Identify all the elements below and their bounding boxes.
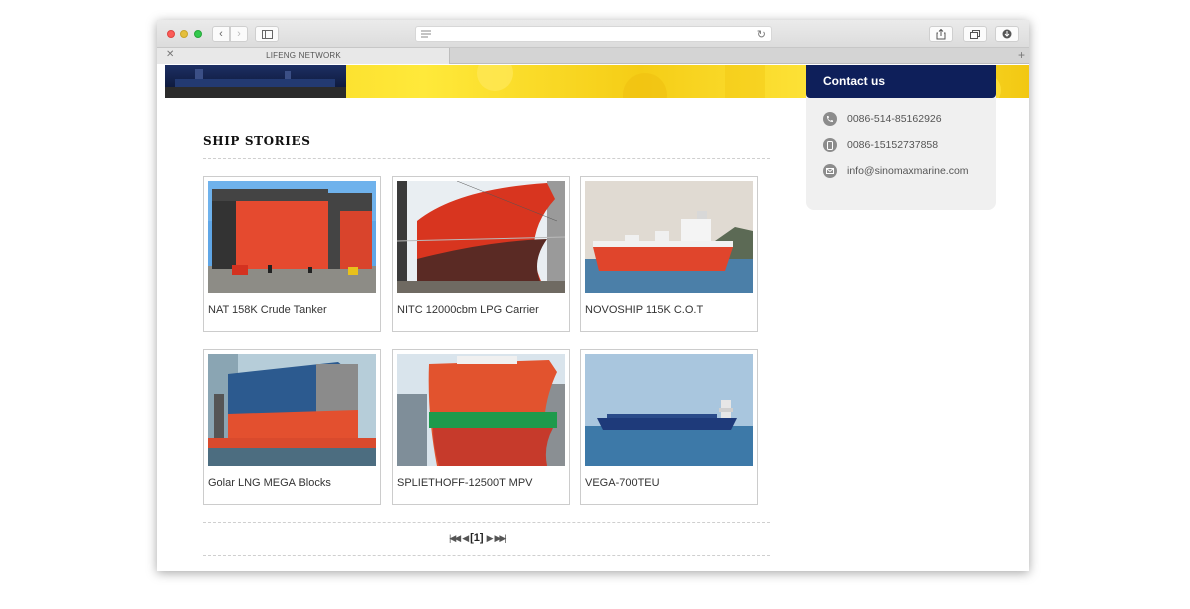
chevron-right-icon: › [237,28,241,40]
section-title: SHIP STORIES [203,134,311,148]
story-caption[interactable]: Golar LNG MEGA Blocks [208,477,331,489]
download-icon [1002,29,1012,39]
tabs-icon [970,29,980,39]
contact-heading: Contact us [823,74,886,88]
contact-panel: Contact us 0086-514-85162926 0086-151527… [806,65,996,210]
story-image[interactable] [397,181,565,293]
back-button[interactable]: ‹ [212,26,230,42]
story-image[interactable] [397,354,565,466]
section-divider [203,158,770,159]
contact-email-row: info@sinomaxmarine.com [823,164,969,178]
story-card-vega-700teu[interactable]: VEGA-700TEU [580,349,758,505]
current-page[interactable]: [1] [470,532,483,544]
address-bar[interactable]: ↻ [415,26,772,42]
story-card-spliethoff-12500t[interactable]: SPLIETHOFF-12500T MPV [392,349,570,505]
tanker-block-image [208,181,376,293]
phone-icon [823,112,837,126]
browser-toolbar: ‹ › ↻ [157,20,1029,48]
tab-bar: ✕ LIFENG NETWORK + [157,48,1029,64]
chevron-left-icon: ‹ [219,28,223,40]
contact-phone[interactable]: 0086-514-85162926 [847,113,942,125]
contact-mobile[interactable]: 0086-15152737858 [847,139,938,151]
sidebar-icon [261,29,273,39]
story-card-nat-158k[interactable]: NAT 158K Crude Tanker [203,176,381,332]
contact-mobile-row: 0086-15152737858 [823,138,938,152]
container-ship-image [585,354,753,466]
contact-email[interactable]: info@sinomaxmarine.com [847,165,969,177]
window-close-button[interactable] [167,30,175,38]
last-page-icon[interactable]: ▶▶| [494,533,506,544]
story-image[interactable] [585,354,753,466]
tabs-overview-button[interactable] [963,26,987,42]
story-card-golar-lng[interactable]: Golar LNG MEGA Blocks [203,349,381,505]
browser-window: ‹ › ↻ ✕ LIFENG NETWORK + SHIP STORIES NA… [157,20,1029,571]
next-page-icon[interactable]: ▶ [487,533,494,544]
story-image[interactable] [585,181,753,293]
story-card-novoship-115k[interactable]: NOVOSHIP 115K C.O.T [580,176,758,332]
first-page-icon[interactable]: |◀◀ [449,533,461,544]
new-tab-icon[interactable]: + [1018,48,1025,62]
story-card-nitc-12000cbm[interactable]: NITC 12000cbm LPG Carrier [392,176,570,332]
story-caption[interactable]: NITC 12000cbm LPG Carrier [397,304,539,316]
tab-title: LIFENG NETWORK [266,51,341,60]
mobile-icon [823,138,837,152]
share-icon [936,28,946,39]
window-minimize-button[interactable] [180,30,188,38]
contact-header: Contact us [806,65,996,98]
story-caption[interactable]: SPLIETHOFF-12500T MPV [397,477,533,489]
story-image[interactable] [208,354,376,466]
downloads-button[interactable] [995,26,1019,42]
pagination: |◀◀ ◀ [1] ▶ ▶▶| [449,532,507,544]
mail-icon [823,164,837,178]
page-content: SHIP STORIES NAT 158K Crude Tanker NITC … [157,65,1029,571]
banner-photo-art [165,69,346,98]
story-caption[interactable]: VEGA-700TEU [585,477,660,489]
reader-list-icon [421,30,431,38]
tab-lifeng-network[interactable]: ✕ LIFENG NETWORK [157,48,450,64]
reload-icon[interactable]: ↻ [757,28,766,41]
contact-phone-row: 0086-514-85162926 [823,112,942,126]
story-image[interactable] [208,181,376,293]
pagination-divider-bottom [203,555,770,556]
share-button[interactable] [929,26,953,42]
crude-oil-tanker-image [585,181,753,293]
pagination-divider-top [203,522,770,523]
window-zoom-button[interactable] [194,30,202,38]
story-caption[interactable]: NAT 158K Crude Tanker [208,304,327,316]
lng-mega-block-image [208,354,376,466]
lpg-carrier-image [397,181,565,293]
prev-page-icon[interactable]: ◀ [462,533,469,544]
banner-photo [165,65,346,98]
forward-button[interactable]: › [230,26,248,42]
mpv-ship-image [397,354,565,466]
sidebar-toggle-button[interactable] [255,26,279,42]
story-caption[interactable]: NOVOSHIP 115K C.O.T [585,304,703,316]
